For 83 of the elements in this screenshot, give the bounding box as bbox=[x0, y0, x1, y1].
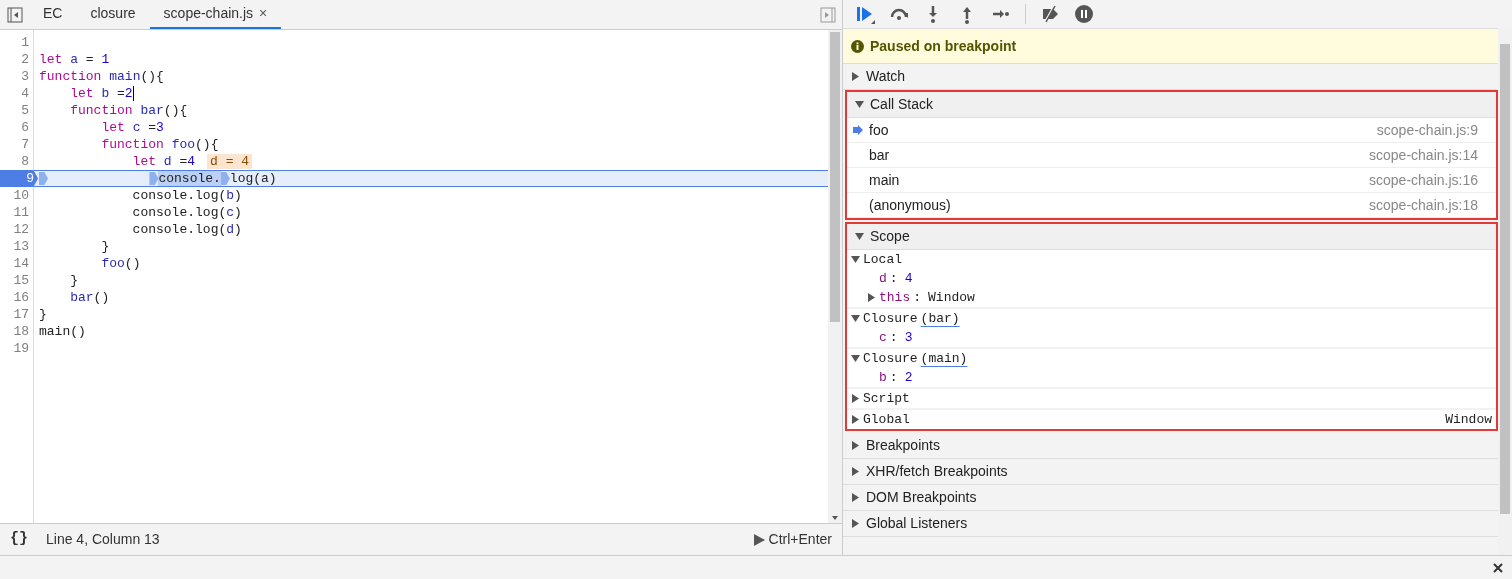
expand-triangle-icon[interactable] bbox=[851, 72, 860, 81]
code-line: let a = 1 bbox=[39, 52, 110, 67]
expand-triangle-icon[interactable] bbox=[851, 394, 860, 403]
code-line: bar() bbox=[69, 290, 110, 305]
code-line: let d =4 bbox=[131, 154, 196, 169]
code-line: } bbox=[39, 307, 47, 322]
scope-variable: b : 2 bbox=[847, 368, 1496, 387]
collapse-triangle-icon[interactable] bbox=[851, 255, 860, 264]
code-line: console.log(b) bbox=[131, 188, 242, 203]
line-number: 11 bbox=[12, 204, 30, 221]
collapse-triangle-icon[interactable] bbox=[855, 232, 864, 241]
pause-icon[interactable] bbox=[1074, 4, 1094, 24]
call-stack-frame[interactable]: (anonymous) scope-chain.js:18 bbox=[847, 193, 1496, 218]
line-number: 16 bbox=[12, 289, 30, 306]
format-button[interactable]: {} bbox=[10, 528, 28, 551]
step-marker-icon[interactable] bbox=[220, 172, 230, 186]
scope-item[interactable]: Script bbox=[847, 389, 1496, 408]
step-marker-icon[interactable] bbox=[149, 172, 159, 186]
collapse-triangle-icon[interactable] bbox=[855, 100, 864, 109]
call-stack-frame[interactable]: main scope-chain.js:16 bbox=[847, 168, 1496, 193]
code-line: console.log(c) bbox=[131, 205, 242, 220]
code-line: } bbox=[69, 273, 78, 288]
line-number: 18 bbox=[12, 323, 30, 340]
expand-triangle-icon[interactable] bbox=[851, 493, 860, 502]
line-number: 17 bbox=[12, 306, 30, 323]
run-icon bbox=[753, 533, 766, 546]
line-number: 10 bbox=[12, 187, 30, 204]
line-number: 2 bbox=[20, 51, 30, 68]
line-number: 15 bbox=[12, 272, 30, 289]
line-number: 12 bbox=[12, 221, 30, 238]
scope-variable: c : 3 bbox=[847, 328, 1496, 347]
code-line: foo() bbox=[100, 256, 141, 271]
expand-triangle-icon[interactable] bbox=[851, 441, 860, 450]
code-line: main() bbox=[39, 324, 86, 339]
paused-message: Paused on breakpoint bbox=[870, 36, 1017, 56]
line-number: 1 bbox=[20, 34, 30, 51]
editor-tab[interactable]: EC bbox=[29, 0, 77, 29]
cursor-position: Line 4, Column 13 bbox=[46, 530, 160, 549]
step-marker-icon[interactable] bbox=[39, 172, 48, 186]
code-line: function main(){ bbox=[39, 69, 164, 84]
line-number: 8 bbox=[20, 153, 30, 170]
expand-triangle-icon[interactable] bbox=[851, 415, 860, 424]
scope-variable[interactable]: this : Window bbox=[847, 288, 1496, 307]
line-number: 19 bbox=[12, 340, 30, 357]
toggle-navigator-icon[interactable] bbox=[6, 6, 23, 23]
line-number: 3 bbox=[20, 68, 30, 85]
inline-value: d = 4 bbox=[207, 154, 253, 169]
scope-item[interactable]: Closure (main) bbox=[847, 349, 1496, 368]
line-number: 7 bbox=[20, 136, 30, 153]
resume-icon[interactable] bbox=[855, 4, 875, 24]
code-line: let c =3 bbox=[100, 120, 164, 135]
close-tab-button[interactable]: × bbox=[259, 3, 268, 24]
line-number: 5 bbox=[20, 102, 30, 119]
line-number: 14 bbox=[12, 255, 30, 272]
code-line: console.log(d) bbox=[131, 222, 242, 237]
scrollbar-thumb[interactable] bbox=[830, 32, 840, 322]
deactivate-breakpoints-icon[interactable] bbox=[1040, 4, 1060, 24]
code-text: console. bbox=[158, 171, 221, 186]
info-icon bbox=[851, 39, 864, 53]
collapse-triangle-icon[interactable] bbox=[851, 314, 860, 323]
run-snippet-button[interactable]: Ctrl+Enter bbox=[753, 529, 832, 550]
call-stack-frame[interactable]: foo scope-chain.js:9 bbox=[847, 118, 1496, 143]
collapse-triangle-icon[interactable] bbox=[851, 354, 860, 363]
scrollbar-thumb[interactable] bbox=[1500, 44, 1510, 514]
code-line: } bbox=[100, 239, 110, 254]
toggle-debugger-icon[interactable] bbox=[819, 6, 836, 23]
close-icon[interactable] bbox=[1492, 561, 1504, 574]
editor-tab[interactable]: closure bbox=[76, 0, 150, 29]
call-stack-frame[interactable]: bar scope-chain.js:14 bbox=[847, 143, 1496, 168]
code-line: let b =2 bbox=[69, 86, 134, 101]
code-line: function foo(){ bbox=[100, 137, 219, 152]
scope-item[interactable]: Global Window bbox=[847, 410, 1496, 429]
scope-item[interactable]: Local bbox=[847, 250, 1496, 269]
expand-triangle-icon[interactable] bbox=[851, 467, 860, 476]
line-number: 13 bbox=[12, 238, 30, 255]
expand-triangle-icon[interactable] bbox=[851, 519, 860, 528]
line-number: 6 bbox=[20, 119, 30, 136]
expand-triangle-icon[interactable] bbox=[867, 293, 876, 302]
scope-item[interactable]: Closure (bar) bbox=[847, 309, 1496, 328]
code-line: function bar(){ bbox=[69, 103, 188, 118]
scope-variable: d : 4 bbox=[847, 269, 1496, 288]
line-number: 4 bbox=[20, 85, 30, 102]
code-text: log(a) bbox=[229, 171, 277, 186]
